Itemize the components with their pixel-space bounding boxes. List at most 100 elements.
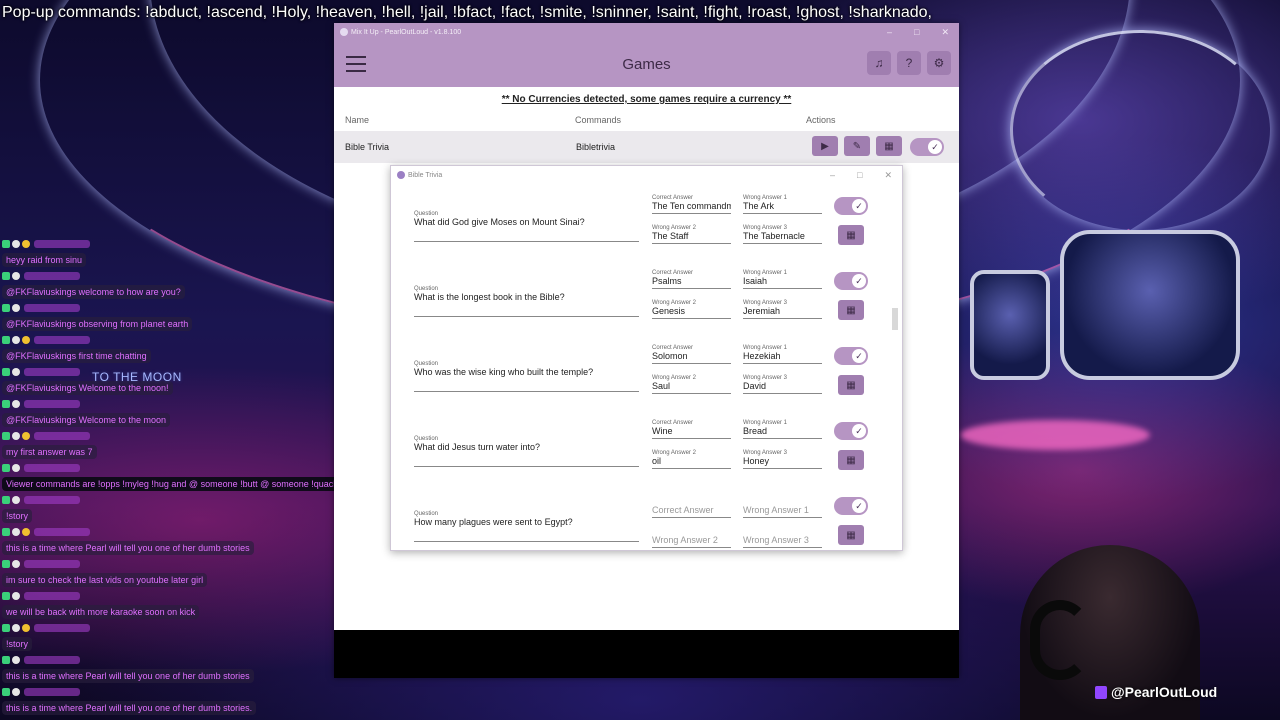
game-command: Bibletrivia [576,142,616,152]
delete-icon[interactable]: ▦ [838,525,864,545]
correct-answer-field[interactable]: Correct Answer Wine [652,420,731,439]
wrong-answer-3-field[interactable]: Wrong Answer 3 Jeremiah [743,300,822,319]
maximize-icon[interactable]: □ [914,27,919,38]
wrong-answer-1-field[interactable]: Wrong Answer 1 The Ark [743,195,822,214]
close-icon[interactable]: ✕ [941,27,949,38]
wrong-answer-1-field[interactable]: Wrong Answer 1 Bread [743,420,822,439]
field-value[interactable]: Psalms [652,276,731,289]
delete-icon[interactable]: ▦ [838,375,864,395]
field-value[interactable]: The Tabernacle [743,231,822,244]
badge-icon [22,432,30,440]
wrong-answer-3-field[interactable]: Wrong Answer 3 Honey [743,450,822,469]
field-value[interactable]: Bread [743,426,822,439]
wrong-answer-1-field[interactable]: Wrong Answer 1 [743,505,822,518]
question-row: Question What did Jesus turn water into? C… [391,418,891,493]
scrollbar[interactable] [891,186,899,548]
field-value[interactable]: The Staff [652,231,731,244]
gear-icon[interactable]: ⚙ [927,51,951,75]
field-value[interactable]: Solomon [652,351,731,364]
question-text[interactable]: How many plagues were sent to Egypt? [414,517,639,542]
table-row[interactable]: Bible Trivia Bibletrivia ▶ ✎ ▦ ✓ [334,131,959,163]
delete-icon[interactable]: ▦ [838,450,864,470]
question-enabled-toggle[interactable]: ✓ [834,197,868,215]
field-value[interactable]: The Ten commandments [652,201,731,214]
field-placeholder[interactable]: Correct Answer [652,505,731,518]
wrong-answer-2-field[interactable]: Wrong Answer 2 Saul [652,375,731,394]
questions-list[interactable]: Question What did God give Moses on Mount… [391,188,891,550]
question-row: Question What is the longest book in the … [391,268,891,343]
question-field[interactable]: Question Who was the wise king who built … [414,361,639,392]
wrong-answer-1-field[interactable]: Wrong Answer 1 Hezekiah [743,345,822,364]
wrong-answer-2-field[interactable]: Wrong Answer 2 oil [652,450,731,469]
bell-icon[interactable]: ♫ [867,51,891,75]
badge-icon [12,464,20,472]
close-icon[interactable]: ✕ [884,170,892,181]
question-enabled-toggle[interactable]: ✓ [834,422,868,440]
minimize-icon[interactable]: – [887,27,892,38]
wrong-answer-3-field[interactable]: Wrong Answer 3 The Tabernacle [743,225,822,244]
badge-icon [2,560,10,568]
wrong-answer-2-field[interactable]: Wrong Answer 2 The Staff [652,225,731,244]
badge-icon [2,528,10,536]
field-value[interactable]: Wine [652,426,731,439]
game-enabled-toggle[interactable]: ✓ [910,138,944,156]
field-value[interactable]: Isaiah [743,276,822,289]
field-placeholder[interactable]: Wrong Answer 1 [743,505,822,518]
badge-icon [12,496,20,504]
delete-icon[interactable]: ▦ [838,300,864,320]
chat-message-text: this is a time where Pearl will tell you… [2,701,257,715]
question-field[interactable]: Question What is the longest book in the … [414,286,639,317]
delete-icon[interactable]: ▦ [876,136,902,156]
field-value[interactable]: Jeremiah [743,306,822,319]
field-value[interactable]: Honey [743,456,822,469]
maximize-icon[interactable]: □ [857,170,862,181]
dialog-titlebar: Bible Trivia – □ ✕ [391,166,902,184]
question-text[interactable]: What did God give Moses on Mount Sinai? [414,217,639,242]
chat-username [34,528,90,536]
field-value[interactable]: Saul [652,381,731,394]
chat-username [24,464,80,472]
help-icon[interactable]: ? [897,51,921,75]
field-value[interactable]: Hezekiah [743,351,822,364]
wrong-answer-3-field[interactable]: Wrong Answer 3 [743,535,822,548]
minimize-icon[interactable]: – [830,170,835,181]
wrong-answer-3-field[interactable]: Wrong Answer 3 David [743,375,822,394]
field-placeholder[interactable]: Wrong Answer 3 [743,535,822,548]
wrong-answer-1-field[interactable]: Wrong Answer 1 Isaiah [743,270,822,289]
edit-icon[interactable]: ✎ [844,136,870,156]
question-field[interactable]: Question What did God give Moses on Mount… [414,211,639,242]
chat-username [34,240,90,248]
chat-username [24,560,80,568]
correct-answer-field[interactable]: Correct Answer [652,505,731,518]
delete-icon[interactable]: ▦ [838,225,864,245]
wrong-answer-2-field[interactable]: Wrong Answer 2 [652,535,731,548]
chat-username [34,624,90,632]
field-value[interactable]: David [743,381,822,394]
chat-message-text: @FKFlaviuskings Welcome to the moon [2,413,171,427]
field-value[interactable]: The Ark [743,201,822,214]
field-value[interactable]: oil [652,456,731,469]
badge-icon [2,272,10,280]
question-enabled-toggle[interactable]: ✓ [834,347,868,365]
correct-answer-field[interactable]: Correct Answer Solomon [652,345,731,364]
correct-answer-field[interactable]: Correct AnswerThe Ten commandments [652,195,731,214]
question-enabled-toggle[interactable]: ✓ [834,497,868,515]
question-text[interactable]: Who was the wise king who built the temp… [414,367,639,392]
question-field[interactable]: Question What did Jesus turn water into? [414,436,639,467]
question-text[interactable]: What did Jesus turn water into? [414,442,639,467]
currency-notice[interactable]: ** No Currencies detected, some games re… [334,94,959,105]
play-icon[interactable]: ▶ [812,136,838,156]
badge-icon [2,400,10,408]
field-value[interactable]: Genesis [652,306,731,319]
correct-answer-field[interactable]: Correct Answer Psalms [652,270,731,289]
question-text[interactable]: What is the longest book in the Bible? [414,292,639,317]
background-neon-table [960,420,1150,450]
wrong-answer-2-field[interactable]: Wrong Answer 2 Genesis [652,300,731,319]
hamburger-icon[interactable] [346,56,366,72]
scrollbar-thumb[interactable] [892,308,898,330]
question-row: Question How many plagues were sent to Eg… [391,493,891,550]
badge-icon [12,688,20,696]
question-field[interactable]: Question How many plagues were sent to Eg… [414,511,639,542]
question-enabled-toggle[interactable]: ✓ [834,272,868,290]
field-placeholder[interactable]: Wrong Answer 2 [652,535,731,548]
